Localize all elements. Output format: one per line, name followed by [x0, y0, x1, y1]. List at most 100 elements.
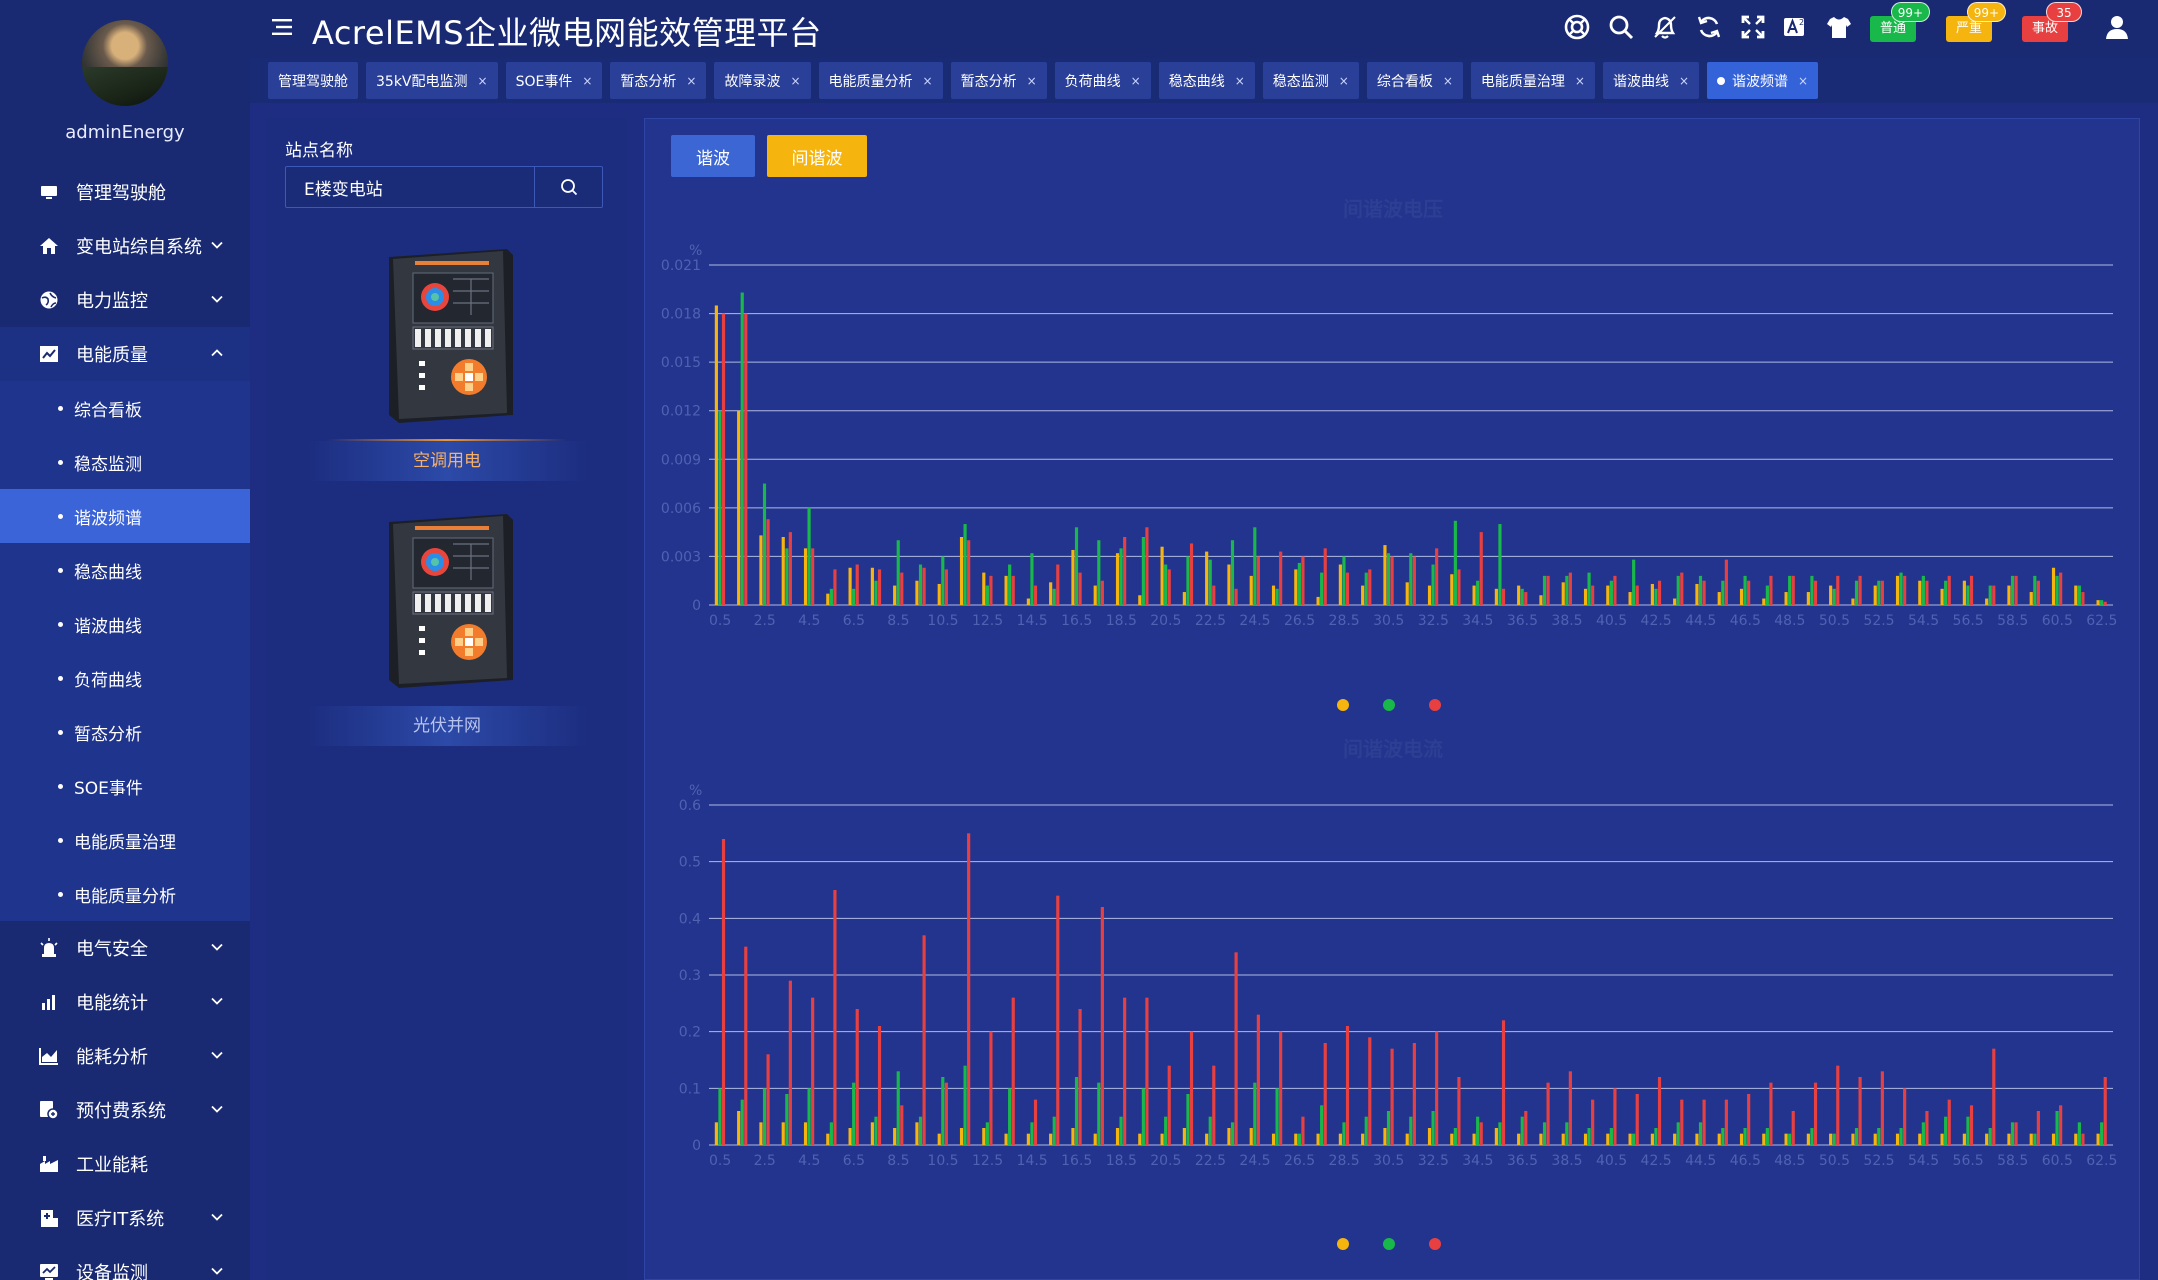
bar	[1205, 1133, 1209, 1145]
font-size-icon[interactable]: 2	[1780, 12, 1810, 42]
bar	[1962, 580, 1966, 605]
tab[interactable]: 谐波频谱 ×	[1707, 62, 1819, 99]
harmonic-button[interactable]: 谐波	[671, 135, 755, 177]
sidebar-item[interactable]: 电气安全	[0, 921, 250, 975]
sidebar-subitem[interactable]: 暂态分析	[0, 705, 250, 759]
sidebar-subitem[interactable]: 负荷曲线	[0, 651, 250, 705]
bar	[788, 532, 792, 605]
bar	[714, 1122, 718, 1145]
bar	[1851, 1133, 1855, 1145]
bar	[1985, 1133, 1989, 1145]
sidebar-item[interactable]: 预付费系统	[0, 1083, 250, 1137]
tab[interactable]: 暂态分析 ×	[950, 62, 1047, 99]
sidebar-subitem[interactable]: 稳态曲线	[0, 543, 250, 597]
search-icon[interactable]	[1606, 12, 1636, 42]
tab-close-icon[interactable]: ×	[1339, 74, 1349, 88]
tab-close-icon[interactable]: ×	[478, 74, 488, 88]
bar	[1561, 1133, 1565, 1145]
sidebar-item[interactable]: 管理驾驶舱	[0, 165, 250, 219]
sidebar-subitem[interactable]: 电能质量分析	[0, 867, 250, 921]
sidebar-item[interactable]: 能耗分析	[0, 1029, 250, 1083]
legend-item[interactable]	[1337, 699, 1357, 711]
sidebar-subitem[interactable]: 谐波曲线	[0, 597, 250, 651]
tab-close-icon[interactable]: ×	[582, 74, 592, 88]
notification-bell-icon[interactable]	[1650, 12, 1680, 42]
alarm-badge[interactable]: 严重 99+	[1946, 2, 2007, 42]
tab[interactable]: 稳态曲线 ×	[1158, 62, 1255, 99]
bar	[1249, 1128, 1253, 1145]
bar	[1256, 1014, 1260, 1145]
bar	[1520, 1116, 1524, 1145]
tab[interactable]: 综合看板 ×	[1366, 62, 1463, 99]
bar	[1138, 1133, 1142, 1145]
avatar[interactable]	[82, 20, 168, 106]
legend-item[interactable]	[1337, 1238, 1357, 1250]
bar	[1368, 569, 1372, 605]
x-tick-label: 42.5	[1641, 1153, 1672, 1169]
sidebar-item[interactable]: 电能质量	[0, 327, 250, 381]
help-icon[interactable]	[1562, 12, 1592, 42]
legend-item[interactable]	[1429, 1238, 1449, 1250]
sidebar-subitem[interactable]: 综合看板	[0, 381, 250, 435]
bar	[811, 548, 815, 605]
tab[interactable]: 暂态分析 ×	[610, 62, 707, 99]
legend-item[interactable]	[1383, 699, 1403, 711]
bar	[744, 313, 748, 605]
refresh-icon[interactable]	[1694, 12, 1724, 42]
tab-label: SOE事件	[515, 73, 573, 90]
tab-label: 谐波曲线	[1612, 73, 1669, 90]
tab[interactable]: 管理驾驶舱	[268, 62, 358, 99]
alarm-badge[interactable]: 事故 35	[2022, 2, 2083, 42]
sidebar-subitem[interactable]: 电能质量治理	[0, 813, 250, 867]
sidebar-subitem-label: 稳态监测	[74, 454, 142, 475]
sidebar-item[interactable]: 变电站综自系统	[0, 219, 250, 273]
sidebar-item[interactable]: 电能统计	[0, 975, 250, 1029]
tab-close-icon[interactable]: ×	[1679, 74, 1689, 88]
bar	[2055, 1111, 2059, 1145]
tab[interactable]: 35kV配电监测 ×	[366, 62, 498, 99]
menu-toggle-icon[interactable]	[272, 18, 292, 36]
tab[interactable]: 故障录波 ×	[714, 62, 811, 99]
legend-item[interactable]	[1429, 699, 1449, 711]
sidebar-item[interactable]: 工业能耗	[0, 1137, 250, 1191]
bar	[2014, 1122, 2018, 1145]
tab[interactable]: 电能质量分析 ×	[818, 62, 943, 99]
sidebar-subitem[interactable]: 稳态监测	[0, 435, 250, 489]
station-input[interactable]	[286, 167, 534, 207]
tab-close-icon[interactable]: ×	[686, 74, 696, 88]
alarm-badge[interactable]: 普通 99+	[1870, 2, 1931, 42]
bar	[1494, 1128, 1498, 1145]
bar	[1851, 598, 1855, 605]
tab-close-icon[interactable]: ×	[1235, 74, 1245, 88]
bar	[1294, 569, 1298, 605]
tab-label: 稳态监测	[1272, 73, 1329, 90]
theme-skin-icon[interactable]	[1824, 12, 1854, 42]
user-icon[interactable]	[2102, 12, 2132, 42]
bar	[937, 583, 941, 605]
tab-close-icon[interactable]: ×	[1798, 74, 1808, 88]
bar	[1517, 1133, 1521, 1145]
tab[interactable]: 负荷曲线 ×	[1054, 62, 1151, 99]
fullscreen-icon[interactable]	[1738, 12, 1768, 42]
interharmonic-button[interactable]: 间谐波	[767, 135, 867, 177]
sidebar-item[interactable]: 医疗IT系统	[0, 1191, 250, 1245]
tab[interactable]: 谐波曲线 ×	[1602, 62, 1700, 99]
tab[interactable]: SOE事件 ×	[505, 62, 603, 99]
sidebar-item-label: 工业能耗	[76, 1155, 148, 1176]
tab-close-icon[interactable]: ×	[1131, 74, 1141, 88]
sidebar-item[interactable]: 设备监测	[0, 1245, 250, 1280]
legend-item[interactable]	[1383, 1238, 1403, 1250]
sidebar-subitem[interactable]: 谐波频谱	[0, 489, 250, 543]
sidebar-subitem[interactable]: SOE事件	[0, 759, 250, 813]
tab-close-icon[interactable]: ×	[1575, 74, 1585, 88]
alarm-badge-label: 严重	[1956, 21, 1983, 36]
tab[interactable]: 电能质量治理 ×	[1470, 62, 1595, 99]
bar	[1368, 1037, 1372, 1145]
station-search-button[interactable]	[534, 167, 602, 207]
tab-close-icon[interactable]: ×	[1443, 74, 1453, 88]
tab[interactable]: 稳态监测 ×	[1262, 62, 1359, 99]
sidebar-item[interactable]: 电力监控	[0, 273, 250, 327]
tab-close-icon[interactable]: ×	[1027, 74, 1037, 88]
tab-close-icon[interactable]: ×	[923, 74, 933, 88]
tab-close-icon[interactable]: ×	[790, 74, 800, 88]
